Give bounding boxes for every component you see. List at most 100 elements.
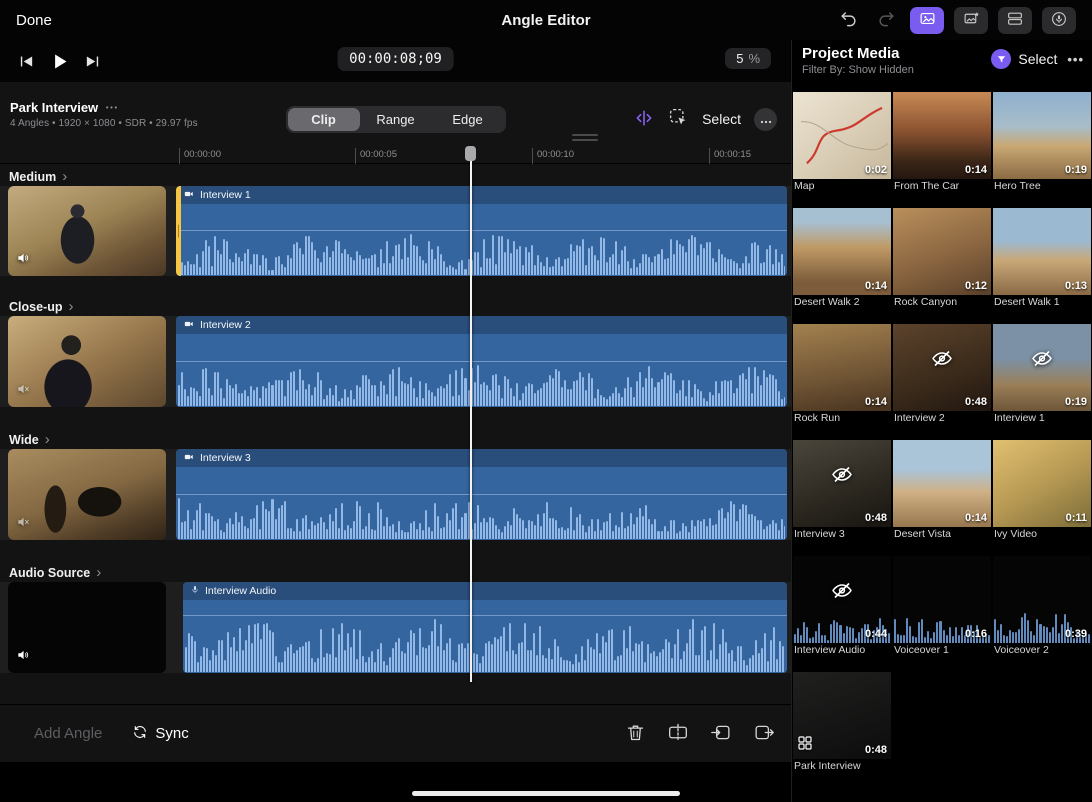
play-button[interactable]: [49, 51, 70, 72]
timecode-display[interactable]: 00:00:08;09: [337, 47, 454, 71]
browser-list-button[interactable]: [998, 7, 1032, 34]
playhead-handle[interactable]: [465, 146, 476, 161]
home-indicator[interactable]: [412, 791, 680, 796]
add-angle-button[interactable]: Add Angle: [34, 725, 102, 742]
media-thumbnail: 0:48: [793, 440, 891, 527]
angle-thumbnail-closeup[interactable]: [8, 316, 166, 407]
timeline-resize-handle[interactable]: [572, 134, 598, 141]
project-info[interactable]: Park Interview 4 Angles • 1920 × 1080 • …: [10, 100, 198, 129]
sync-button[interactable]: Sync: [132, 724, 188, 744]
video-clip-icon: [183, 189, 195, 202]
angle-label-medium[interactable]: Medium: [9, 168, 67, 184]
photo-icon: [918, 10, 937, 30]
media-grid: 0:02 Map 0:14 From The Car 0:19 Hero Tre…: [792, 92, 1092, 773]
media-more-button[interactable]: •••: [1067, 52, 1084, 67]
speaker-icon[interactable]: [15, 251, 31, 270]
clip-interview-2[interactable]: Interview 2: [176, 316, 787, 407]
delete-button[interactable]: [625, 722, 646, 746]
timeline-ruler[interactable]: 00:00:00 00:00:05 00:00:10 00:00:15: [0, 146, 791, 164]
media-item-label: Voiceover 1: [893, 643, 991, 657]
media-item-rock-run[interactable]: 0:14 Rock Run: [793, 324, 891, 425]
media-item-voiceover-1[interactable]: 0:16 Voiceover 1: [893, 556, 991, 657]
media-item-label: Interview 2: [893, 411, 991, 425]
media-item-from-the-car[interactable]: 0:14 From The Car: [893, 92, 991, 193]
media-item-desert-vista[interactable]: 0:14 Desert Vista: [893, 440, 991, 541]
stacked-panels-icon: [1006, 10, 1024, 30]
media-item-rock-canyon[interactable]: 0:12 Rock Canyon: [893, 208, 991, 309]
tab-range[interactable]: Range: [360, 108, 432, 131]
skimming-icon: [633, 108, 655, 131]
media-item-voiceover-2[interactable]: 0:39 Voiceover 2: [993, 556, 1091, 657]
duration-badge: 0:44: [865, 628, 887, 640]
undo-button[interactable]: [834, 7, 862, 33]
insert-source-button[interactable]: [710, 722, 732, 746]
speaker-muted-icon[interactable]: [15, 382, 31, 401]
media-item-ivy-video[interactable]: 0:11 Ivy Video: [993, 440, 1091, 541]
tab-edge[interactable]: Edge: [432, 108, 504, 131]
redo-button[interactable]: [872, 7, 900, 33]
media-thumbnail: 0:19: [993, 92, 1091, 179]
top-bar-actions: [834, 7, 1076, 34]
insert-left-icon: [710, 722, 732, 746]
clip-audio-section: [176, 230, 787, 276]
media-item-desert-walk-1[interactable]: 0:13 Desert Walk 1: [993, 208, 1091, 309]
zoom-control[interactable]: 5%: [725, 48, 771, 69]
trim-handle[interactable]: [176, 186, 181, 276]
clip-label: Interview Audio: [205, 585, 276, 597]
more-options-button[interactable]: [754, 108, 777, 131]
ruler-label: 00:00:00: [179, 148, 221, 164]
media-item-interview-3[interactable]: 0:48 Interview 3: [793, 440, 891, 541]
clip-interview-audio[interactable]: Interview Audio: [183, 582, 787, 673]
angle-thumbnail-audio-source[interactable]: [8, 582, 166, 673]
voiceover-button[interactable]: [1042, 7, 1076, 34]
media-thumbnail: 0:02: [793, 92, 891, 179]
select-tool-button[interactable]: [668, 107, 689, 131]
effects-browser-button[interactable]: [954, 7, 988, 34]
speaker-muted-icon[interactable]: [15, 515, 31, 534]
media-item-label: Interview 3: [793, 527, 891, 541]
media-item-interview-audio[interactable]: 0:44 Interview Audio: [793, 556, 891, 657]
media-thumbnail: 0:39: [993, 556, 1091, 643]
playhead[interactable]: [470, 146, 472, 682]
project-options-icon[interactable]: [105, 103, 118, 112]
clip-label: Interview 1: [200, 189, 251, 201]
angle-thumbnail-wide[interactable]: [8, 449, 166, 540]
skimming-toggle[interactable]: [633, 108, 655, 131]
skip-back-button[interactable]: [18, 53, 35, 70]
duration-badge: 0:48: [865, 512, 887, 524]
angle-label-closeup[interactable]: Close-up: [9, 298, 73, 314]
timeline-footer: [0, 762, 791, 802]
skip-forward-button[interactable]: [84, 53, 101, 70]
media-item-label: From The Car: [893, 179, 991, 193]
angle-label-audio-source[interactable]: Audio Source: [9, 564, 101, 580]
project-name: Park Interview: [10, 100, 98, 115]
media-item-map[interactable]: 0:02 Map: [793, 92, 891, 193]
speaker-icon[interactable]: [15, 648, 31, 667]
blade-clip-icon: [667, 722, 689, 746]
angle-thumbnail-medium[interactable]: [8, 186, 166, 276]
select-label[interactable]: Select: [702, 111, 741, 127]
main-content: 00:00:08;09 5% Park Interview 4 Angles •…: [0, 40, 1092, 802]
tab-clip[interactable]: Clip: [288, 108, 360, 131]
ruler-label: 00:00:10: [532, 148, 574, 164]
filter-badge-icon[interactable]: [991, 49, 1011, 69]
media-item-desert-walk-2[interactable]: 0:14 Desert Walk 2: [793, 208, 891, 309]
done-button[interactable]: Done: [16, 12, 52, 29]
clip-interview-1[interactable]: Interview 1: [176, 186, 787, 276]
blade-clip-button[interactable]: [667, 722, 689, 746]
video-clip-icon: [183, 452, 195, 465]
media-item-interview-2[interactable]: 0:48 Interview 2: [893, 324, 991, 425]
hidden-eye-icon: [830, 462, 854, 491]
media-browser-button[interactable]: [910, 7, 944, 34]
angle-name: Medium: [9, 168, 67, 185]
clip-interview-3[interactable]: Interview 3: [176, 449, 787, 540]
media-item-hero-tree[interactable]: 0:19 Hero Tree: [993, 92, 1091, 193]
media-item-interview-1[interactable]: 0:19 Interview 1: [993, 324, 1091, 425]
timeline: Park Interview 4 Angles • 1920 × 1080 • …: [0, 82, 791, 802]
append-source-button[interactable]: [753, 722, 775, 746]
media-select-button[interactable]: Select: [1018, 51, 1057, 67]
duration-badge: 0:19: [1065, 396, 1087, 408]
angle-label-wide[interactable]: Wide: [9, 431, 50, 447]
duration-badge: 0:48: [965, 396, 987, 408]
media-item-park-interview[interactable]: 0:48 Park Interview: [793, 672, 891, 773]
